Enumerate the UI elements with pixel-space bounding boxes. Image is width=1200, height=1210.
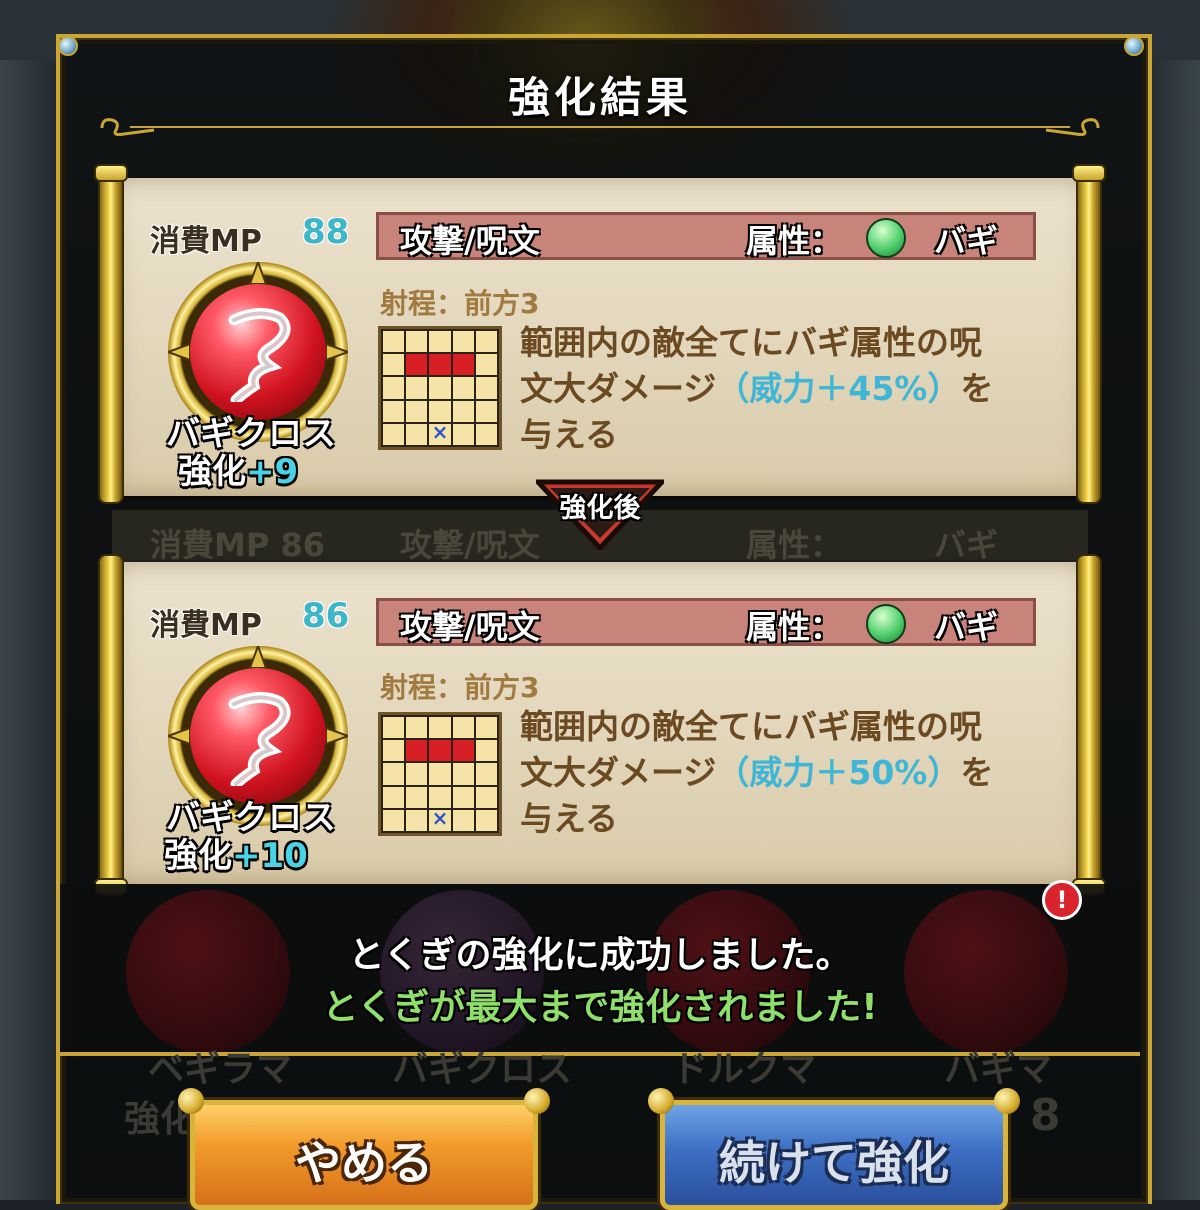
enhance-value: +9 [246, 452, 299, 492]
desc-line-2: 文大ダメージ（威力＋50%）を [520, 750, 1040, 796]
whirlwind-icon [228, 308, 291, 402]
attribute-value: バギ [934, 222, 999, 260]
bg-skill-name: バギクロス [392, 1049, 573, 1090]
attribute-label: 属性： [746, 222, 843, 260]
success-message: とくぎの強化に成功しました。 [348, 935, 852, 976]
frame-gem-icon [1124, 36, 1144, 56]
enhance-level: 強化+9 [178, 444, 298, 493]
scroll-rod-right [1078, 556, 1100, 888]
button-knob-icon [524, 1088, 550, 1114]
mp-cost-value: 88 [302, 212, 350, 252]
desc-line-1: 範囲内の敵全てにバギ属性の呪 [520, 707, 982, 746]
bg-skill-name: バギマ [944, 1049, 1053, 1090]
range-grid [378, 712, 502, 836]
desc-line-3: 与える [520, 799, 619, 838]
scroll-rod-cap [1074, 166, 1104, 180]
wind-attribute-icon [866, 604, 906, 644]
title-ornament-divider [130, 126, 1070, 128]
attribute-label: 属性： [746, 608, 843, 646]
range-grid [378, 326, 502, 450]
enhance-label: 強化 [178, 452, 246, 492]
desc-text: を [960, 369, 994, 408]
desc-line-1: 範囲内の敵全てにバギ属性の呪 [520, 323, 982, 362]
skill-type: 攻撃/呪文 [400, 608, 540, 646]
desc-text: を [960, 753, 994, 792]
continue-button-label: 続けて強化 [719, 1136, 949, 1190]
scroll-rod-left [100, 172, 122, 502]
desc-line-2: 文大ダメージ（威力＋45%）を [520, 366, 1040, 412]
ghost-mp-label: 消費MP 86 [150, 526, 325, 564]
stop-button-label: やめる [295, 1136, 433, 1190]
skill-type: 攻撃/呪文 [400, 222, 540, 260]
mp-cost-value: 86 [302, 596, 350, 636]
desc-text: 文大ダメージ [520, 753, 717, 792]
desc-text: 文大ダメージ [520, 369, 717, 408]
max-enhance-message: とくぎが最大まで強化されました! [322, 987, 878, 1028]
scroll-rod-cap [96, 166, 126, 180]
after-enhance-badge: 強化後 [536, 478, 664, 550]
wind-attribute-icon [866, 218, 906, 258]
stop-button[interactable]: やめる [190, 1100, 538, 1210]
after-enhance-label: 強化後 [559, 493, 641, 524]
button-knob-icon [994, 1088, 1020, 1114]
mp-cost-label: 消費MP [150, 608, 262, 643]
range-text: 射程：前方3 [380, 671, 540, 704]
scroll-rod-right [1078, 172, 1100, 502]
power-highlight: （威力＋45%） [716, 369, 961, 408]
frame-gem-icon [58, 36, 78, 56]
button-knob-icon [178, 1088, 204, 1114]
dialog-title: 強化結果 [507, 73, 692, 122]
attribute-value: バギ [934, 608, 999, 646]
enhance-level: 強化+10 [164, 828, 308, 877]
ghost-type: 攻撃/呪文 [400, 526, 540, 564]
bg-skill-name: ドルクマ [672, 1049, 817, 1090]
scroll-ornament-icon [1045, 118, 1100, 136]
ghost-attr-value: バギ [934, 526, 999, 564]
continue-enhance-button[interactable]: 続けて強化 [660, 1100, 1008, 1210]
enhance-label: 強化 [164, 836, 232, 876]
range-text: 射程：前方3 [380, 287, 540, 320]
scroll-ornament-icon [100, 118, 155, 136]
skill-description: 範囲内の敵全てにバギ属性の呪 文大ダメージ（威力＋45%）を 与える [520, 320, 1040, 458]
desc-line-3: 与える [520, 415, 619, 454]
mp-cost-label: 消費MP [150, 224, 262, 259]
skill-description: 範囲内の敵全てにバギ属性の呪 文大ダメージ（威力＋50%）を 与える [520, 704, 1040, 842]
scroll-rod-left [100, 556, 122, 888]
whirlwind-icon [228, 692, 291, 786]
alert-badge-icon: ! [1042, 880, 1082, 920]
power-highlight: （威力＋50%） [716, 753, 961, 792]
enhance-value: +10 [232, 836, 308, 876]
bg-enhance-value: 8 [1030, 1090, 1061, 1141]
button-knob-icon [648, 1088, 674, 1114]
ghost-attr: 属性： [746, 526, 843, 564]
bg-skill-name: ベギラマ [148, 1049, 293, 1090]
